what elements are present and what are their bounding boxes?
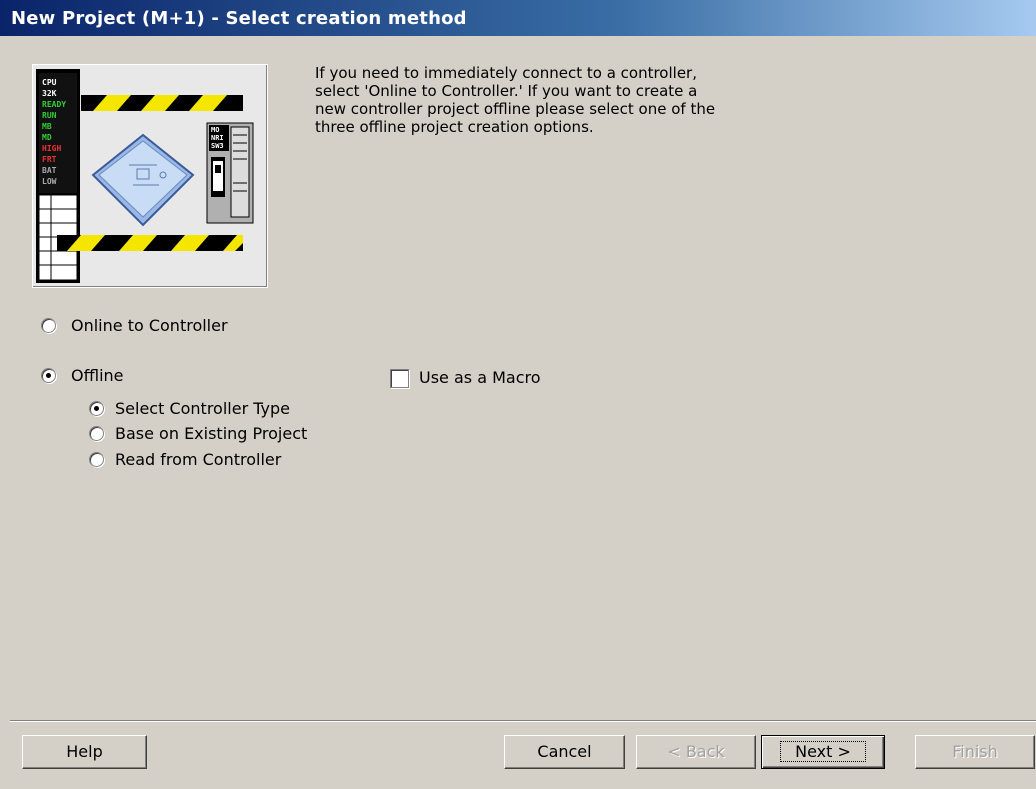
select-controller-type-label[interactable]: Select Controller Type [115,399,290,418]
cancel-button[interactable]: Cancel [504,735,625,769]
plc-status-label: LOW [42,177,57,186]
plc-status-label: BAT [42,166,57,175]
plc-status-label: MB [42,122,52,131]
finish-button[interactable]: Finish [915,735,1035,769]
module-label: MO [211,126,219,134]
module-label: NRI [211,134,224,142]
wizard-window: New Project (M+1) - Select creation meth… [0,0,1036,789]
plc-status-label: READY [42,100,66,109]
plc-illustration-graphic: CPU 32K READY RUN MB MD HIGH FRT BAT LOW MONRISW3 [36,69,254,283]
button-separator [10,720,1036,722]
online-label[interactable]: Online to Controller [71,316,228,335]
offline-label[interactable]: Offline [71,366,124,385]
module-label: SW3 [211,142,224,150]
base-on-existing-project-label[interactable]: Base on Existing Project [115,424,307,443]
back-button[interactable]: < Back [636,735,756,769]
plc-status-label: CPU [42,78,57,87]
next-button-label: Next > [780,741,866,762]
wizard-illustration: CPU 32K READY RUN MB MD HIGH FRT BAT LOW [32,64,268,288]
plc-status-label: 32K [42,89,57,98]
use-as-macro-checkbox[interactable] [390,369,409,388]
window-title: New Project (M+1) - Select creation meth… [11,8,467,29]
title-bar[interactable]: New Project (M+1) - Select creation meth… [0,0,1036,36]
next-button[interactable]: Next > [761,735,885,769]
plc-status-label: MD [42,133,52,142]
base-on-existing-project-radio[interactable] [89,426,104,441]
help-button[interactable]: Help [22,735,147,769]
plc-status-label: RUN [42,111,57,120]
select-controller-type-radio[interactable] [89,401,104,416]
plc-status-label: HIGH [42,144,61,153]
online-radio[interactable] [41,318,56,333]
use-as-macro-label[interactable]: Use as a Macro [419,368,541,387]
read-from-controller-label[interactable]: Read from Controller [115,450,281,469]
intro-text: If you need to immediately connect to a … [315,64,716,136]
read-from-controller-radio[interactable] [89,452,104,467]
plc-status-label: FRT [42,155,57,164]
offline-radio[interactable] [41,368,56,383]
